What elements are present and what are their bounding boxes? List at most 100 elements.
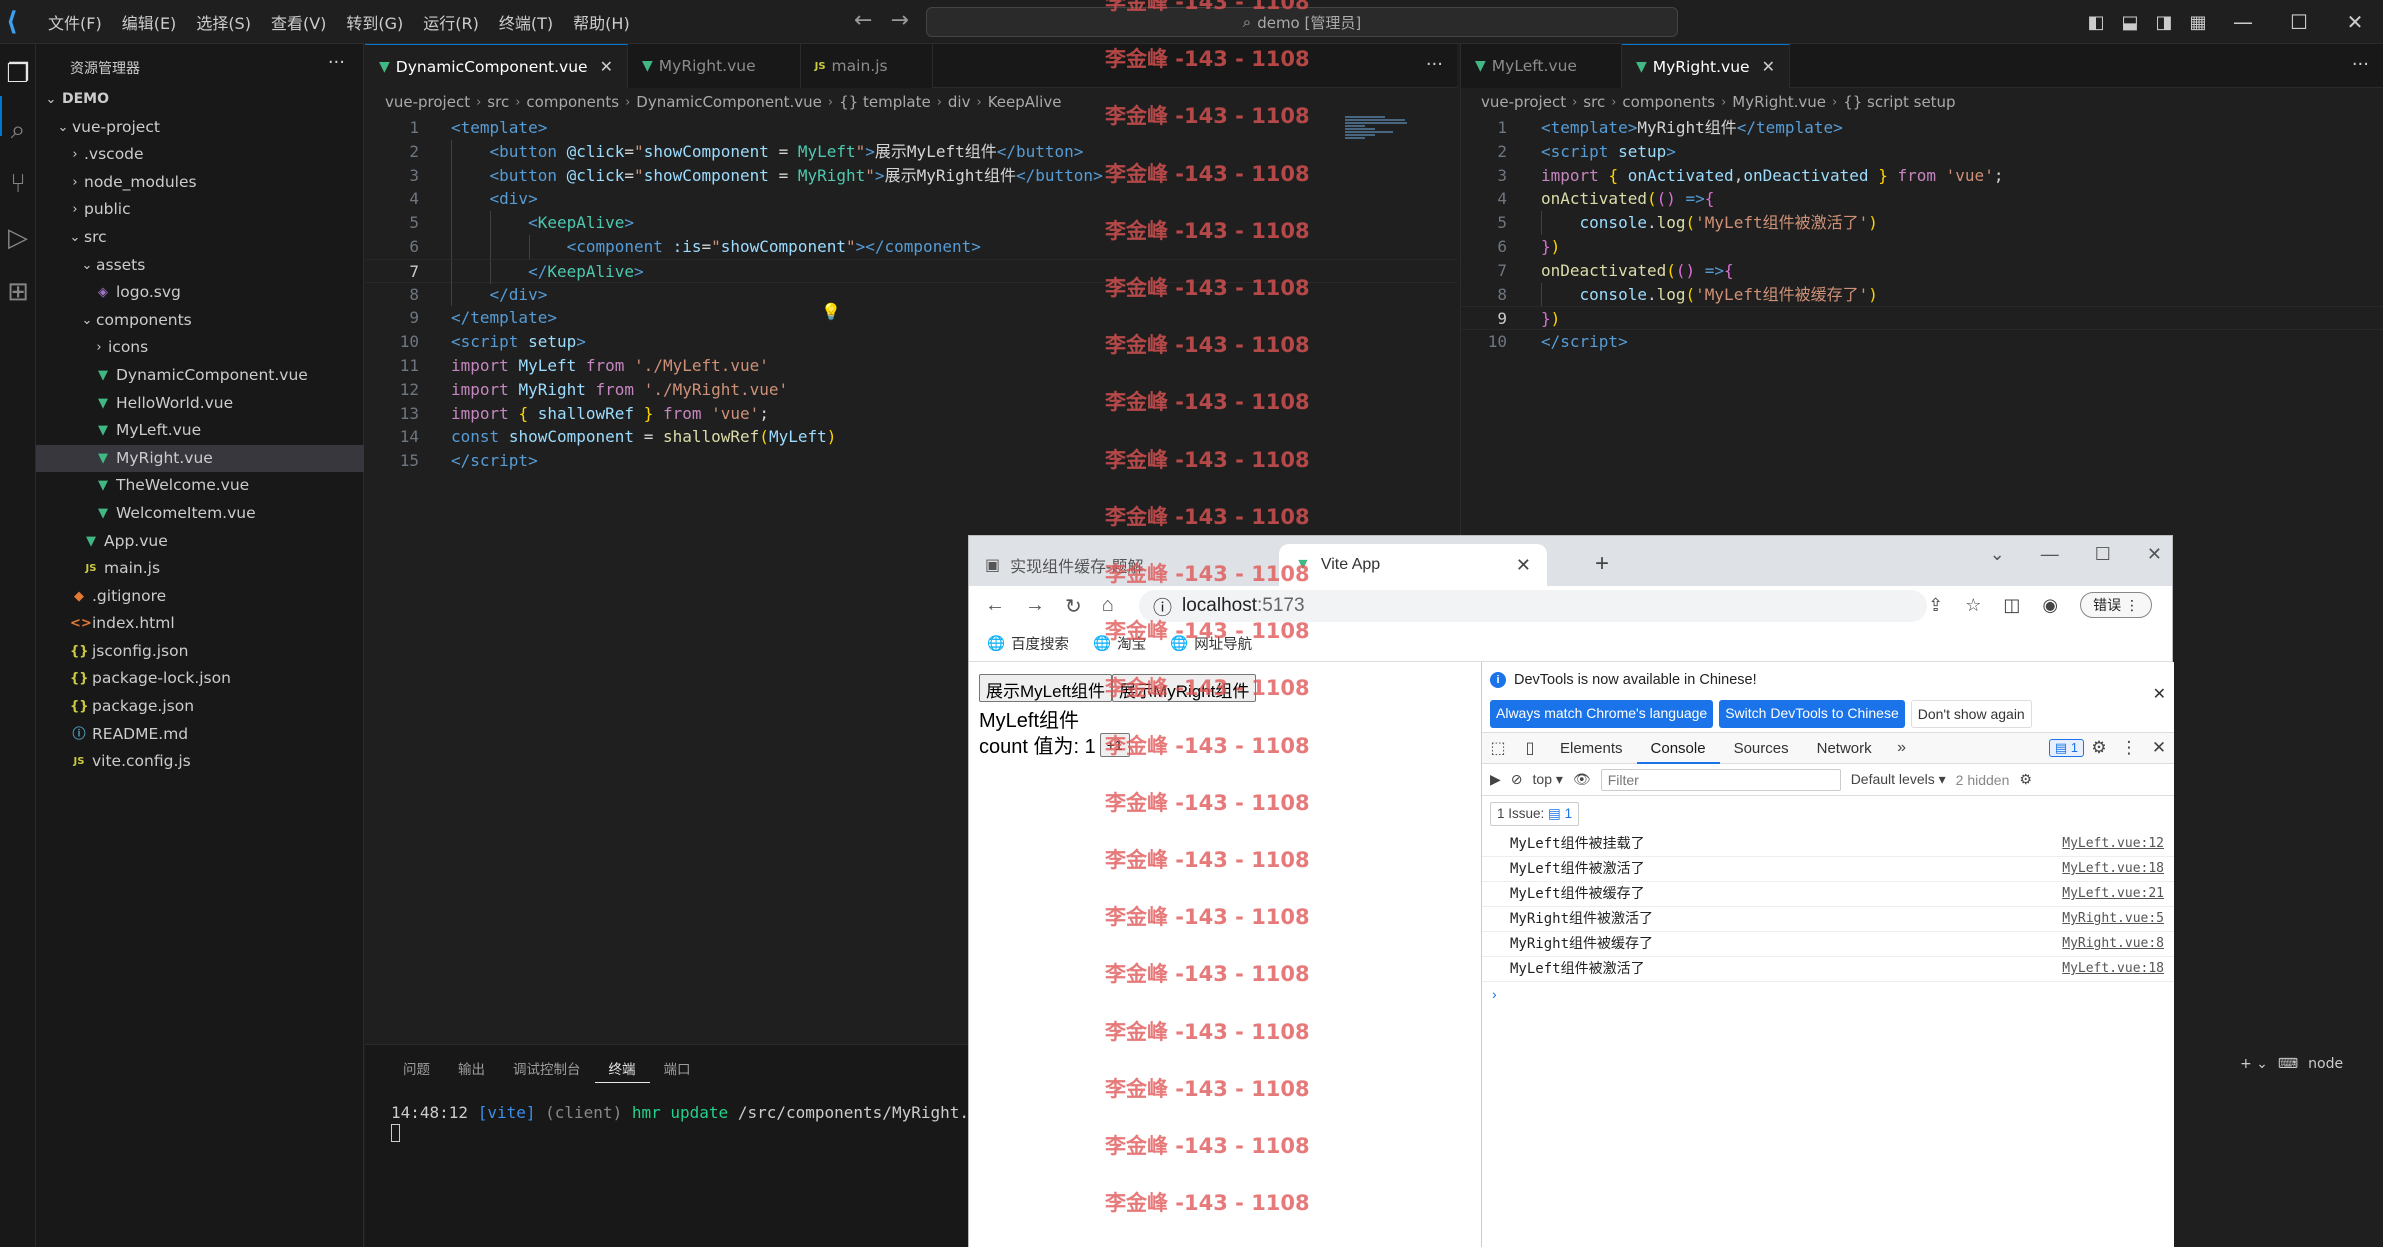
devtools-tab[interactable]: Elements	[1546, 733, 1637, 764]
panel-tab[interactable]: 端口	[650, 1057, 705, 1083]
tab-close-icon[interactable]: ✕	[1516, 555, 1531, 576]
devtools-menu-icon[interactable]: ⋮	[2114, 738, 2144, 758]
panel-tab[interactable]: 输出	[444, 1057, 499, 1083]
new-terminal-icon[interactable]: + ⌄	[2240, 1056, 2268, 1072]
terminal-output[interactable]: 14:48:12 [vite] (client) hmr update /src…	[391, 1103, 998, 1142]
menu-item[interactable]: 转到(G)	[336, 10, 413, 34]
editor-tab[interactable]: JS main.js	[800, 44, 933, 88]
explorer-icon[interactable]: ❐	[2, 58, 34, 90]
extensions-icon[interactable]: ⊞	[2, 276, 34, 308]
close-infobar-icon[interactable]: ✕	[2153, 684, 2166, 704]
device-toolbar-icon[interactable]: ▯	[1514, 738, 1546, 758]
tree-item[interactable]: ▼ MyRight.vue	[36, 444, 364, 473]
back-icon[interactable]: ←	[985, 594, 1005, 619]
minimize-icon[interactable]: —	[2041, 544, 2059, 565]
tree-item[interactable]: ▼ WelcomeItem.vue	[36, 500, 364, 528]
toggle-secondary-sidebar-icon[interactable]: ◨	[2147, 12, 2181, 33]
breadcrumb-item[interactable]: src	[487, 93, 509, 111]
tree-item[interactable]: {} package-lock.json	[36, 665, 364, 693]
show-myleft-button[interactable]: 展示MyLeft组件	[979, 674, 1113, 702]
tree-item[interactable]: JS main.js	[36, 555, 364, 583]
more-actions-icon[interactable]: ···	[328, 52, 345, 73]
tree-item[interactable]: › node_modules	[36, 169, 364, 197]
console-log-source-link[interactable]: MyLeft.vue:12	[2062, 832, 2164, 856]
issues-counter[interactable]: 1 Issue: ▤ 1	[1490, 802, 1580, 826]
menu-item[interactable]: 终端(T)	[489, 10, 563, 34]
breadcrumb-item[interactable]: DynamicComponent.vue	[636, 93, 822, 111]
terminal-shell-label[interactable]: node	[2308, 1056, 2343, 1072]
breadcrumb-item[interactable]: vue-project	[1481, 93, 1566, 111]
tree-item[interactable]: {} package.json	[36, 693, 364, 721]
tree-item[interactable]: ⌄ src	[36, 224, 364, 252]
editor-tab[interactable]: ▼ MyRight.vue ✕	[1621, 44, 1790, 88]
reload-icon[interactable]: ↻	[1065, 594, 1082, 619]
site-info-icon[interactable]: ⓘ	[1153, 593, 1172, 620]
menu-item[interactable]: 选择(S)	[186, 10, 261, 34]
lightbulb-icon[interactable]: 💡	[821, 302, 841, 321]
breadcrumb-item[interactable]: {} script setup	[1843, 93, 1955, 111]
inspect-element-icon[interactable]: ⬚	[1482, 738, 1514, 758]
maximize-icon[interactable]: ☐	[2271, 10, 2327, 34]
tab-search-icon[interactable]: ⌄	[1990, 544, 2005, 565]
show-myright-button[interactable]: 展示MyRight组件	[1112, 674, 1257, 702]
tree-item[interactable]: JS vite.config.js	[36, 748, 364, 776]
console-log-source-link[interactable]: MyLeft.vue:18	[2062, 957, 2164, 981]
toggle-sidebar-icon[interactable]: ◧	[2079, 12, 2113, 33]
levels-select[interactable]: Default levels ▾	[1851, 771, 1946, 788]
dont-show-button[interactable]: Don't show again	[1910, 700, 2032, 728]
devtools-tab[interactable]: Network	[1803, 733, 1886, 764]
tree-item[interactable]: ▼ DynamicComponent.vue	[36, 362, 364, 390]
panel-tab[interactable]: 终端	[594, 1057, 650, 1083]
editor-more-icon-right[interactable]: ···	[2352, 54, 2369, 75]
console-log-source-link[interactable]: MyLeft.vue:21	[2062, 882, 2164, 906]
tree-item[interactable]: ⌄ vue-project	[36, 114, 364, 142]
close-icon[interactable]: ✕	[2147, 544, 2162, 565]
tree-item[interactable]: {} jsconfig.json	[36, 638, 364, 666]
switch-chinese-button[interactable]: Switch DevTools to Chinese	[1719, 700, 1905, 728]
breadcrumb-item[interactable]: MyRight.vue	[1732, 93, 1826, 111]
code-area-right[interactable]: 1 <template>MyRight组件</template> 2 <script…	[1461, 116, 2383, 354]
tree-item[interactable]: › .vscode	[36, 141, 364, 169]
tab-close-icon[interactable]: ✕	[1762, 57, 1775, 76]
tree-item[interactable]: ⌄ components	[36, 307, 364, 335]
devtools-settings-icon[interactable]: ⚙	[2084, 738, 2114, 758]
bookmark-item[interactable]: 🌐 淘宝	[1093, 633, 1146, 654]
clear-console-icon[interactable]: ⊘	[1511, 771, 1523, 788]
tree-item[interactable]: ▼ HelloWorld.vue	[36, 390, 364, 418]
devtools-close-icon[interactable]: ✕	[2144, 738, 2174, 758]
new-tab-icon[interactable]: +	[1595, 550, 1609, 578]
panel-tab[interactable]: 问题	[389, 1057, 444, 1083]
search-view-icon[interactable]: ⌕	[2, 114, 34, 146]
tab-close-icon[interactable]: ✕	[600, 57, 613, 76]
tree-item[interactable]: ▼ MyLeft.vue	[36, 417, 364, 445]
editor-more-icon[interactable]: ···	[1426, 54, 1443, 75]
close-icon[interactable]: ✕	[2327, 10, 2383, 34]
breadcrumb-item[interactable]: vue-project	[385, 93, 470, 111]
console-settings-icon[interactable]: ⚙	[2019, 771, 2032, 788]
forward-arrow-icon[interactable]: →	[890, 8, 908, 33]
breadcrumb-item[interactable]: {} template	[839, 93, 931, 111]
toggle-panel-icon[interactable]: ⬓	[2113, 12, 2147, 33]
maximize-icon[interactable]: ☐	[2095, 544, 2111, 565]
bookmark-item[interactable]: 🌐 网址导航	[1170, 633, 1252, 654]
console-log-source-link[interactable]: MyRight.vue:8	[2062, 932, 2164, 956]
address-bar[interactable]: ⓘ localhost:5173	[1139, 590, 1927, 622]
breadcrumb-item[interactable]: src	[1583, 93, 1605, 111]
side-panel-icon[interactable]: ◫	[2003, 595, 2020, 616]
workspace-root[interactable]: ⌄ DEMO	[36, 86, 364, 114]
breadcrumb-item[interactable]: KeepAlive	[988, 93, 1062, 111]
breadcrumb-item[interactable]: components	[526, 93, 619, 111]
tree-item[interactable]: › public	[36, 196, 364, 224]
code-area[interactable]: 1 <template> 2 <button @click="showCompon…	[365, 116, 1457, 473]
customize-layout-icon[interactable]: ▦	[2181, 12, 2215, 33]
tree-item[interactable]: <> index.html	[36, 610, 364, 638]
breadcrumb-item[interactable]: div	[948, 93, 971, 111]
error-button[interactable]: 错误 ⋮	[2080, 592, 2152, 618]
bookmark-star-icon[interactable]: ☆	[1965, 595, 1981, 616]
tree-item[interactable]: ◈ logo.svg	[36, 279, 364, 307]
match-language-button[interactable]: Always match Chrome's language	[1490, 700, 1714, 728]
menu-item[interactable]: 帮助(H)	[563, 10, 640, 34]
console-filter-input[interactable]: Filter	[1600, 768, 1841, 791]
bookmark-item[interactable]: 🌐 百度搜索	[987, 633, 1069, 654]
tree-item[interactable]: ▼ TheWelcome.vue	[36, 472, 364, 500]
